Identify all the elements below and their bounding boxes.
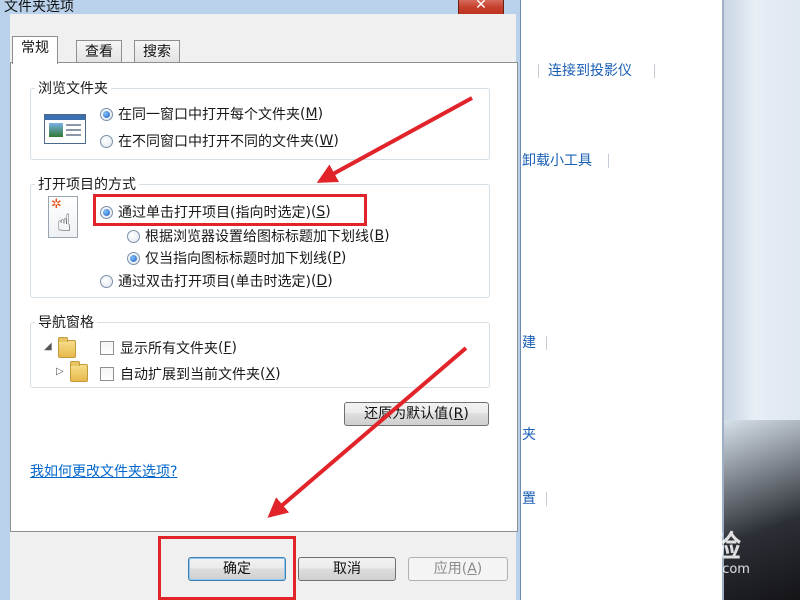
arrow-to-single-click bbox=[316, 96, 473, 183]
baidu-watermark: Bai 经验 jingyan.baidu.com bbox=[612, 522, 750, 577]
tab-general[interactable]: 常规 bbox=[12, 36, 58, 64]
watermark-brand: Bai 经验 bbox=[612, 530, 742, 565]
annotation-arrows bbox=[267, 96, 473, 518]
watermark-url: jingyan.baidu.com bbox=[630, 562, 750, 577]
arrow-to-ok-button bbox=[267, 346, 468, 518]
